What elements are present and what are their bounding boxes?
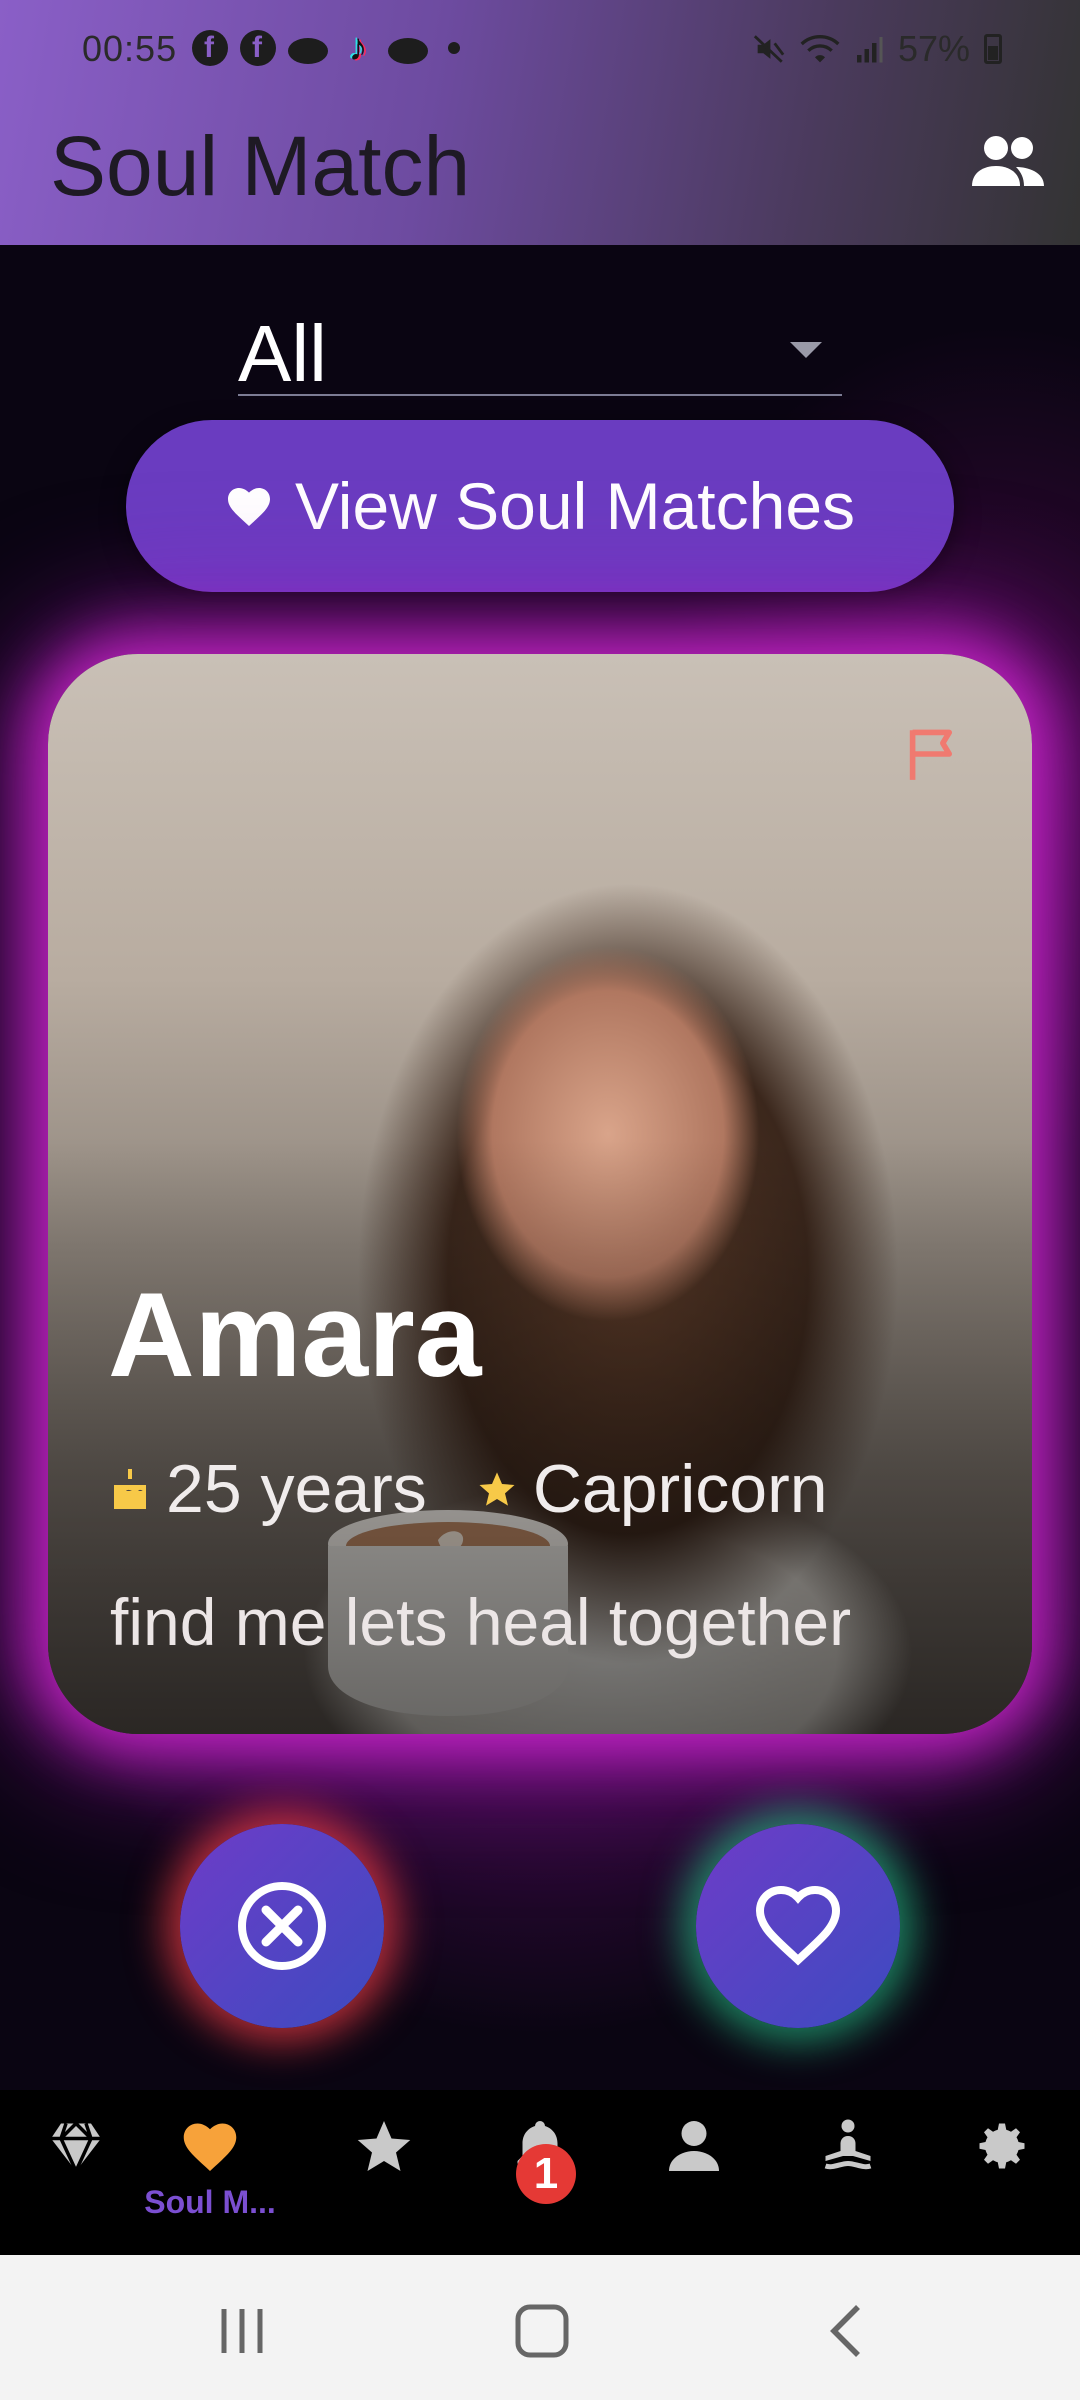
- battery-icon: [984, 34, 1002, 64]
- close-circle-icon: [238, 1882, 326, 1970]
- system-navigation-bar: [0, 2255, 1080, 2400]
- profile-bio: find me lets heal together: [110, 1585, 852, 1659]
- view-soul-matches-button[interactable]: View Soul Matches: [126, 420, 954, 592]
- dot-icon: [448, 42, 460, 54]
- status-time: 00:55: [82, 28, 178, 69]
- nav-item-favorites[interactable]: [324, 2116, 444, 2236]
- profile-age: 25 years: [166, 1451, 427, 1527]
- status-bar: 00:55 ♪ 57%: [0, 0, 1080, 100]
- nav-item-settings[interactable]: [942, 2116, 1062, 2236]
- filter-dropdown[interactable]: All: [238, 300, 842, 398]
- profile-meta: 25 years Capricorn: [110, 1450, 828, 1528]
- signal-icon: [856, 37, 883, 63]
- nav-item-premium[interactable]: [16, 2116, 136, 2236]
- cake-icon: [114, 1469, 146, 1509]
- dropdown-arrow-icon: [790, 342, 822, 358]
- app-title: Soul Match: [50, 119, 471, 213]
- gear-icon: [979, 2123, 1025, 2169]
- photo-shade: [48, 654, 1032, 1734]
- heart-icon: [227, 488, 270, 526]
- like-button[interactable]: [696, 1824, 900, 2028]
- profile-card[interactable]: Amara 25 years Capricorn find me lets he…: [48, 654, 1032, 1734]
- people-icon[interactable]: [972, 132, 1044, 188]
- diamond-icon: [51, 2121, 101, 2176]
- system-status-icons: 57%: [752, 28, 1002, 70]
- app-header: 00:55 ♪ 57% Soul Match: [0, 0, 1080, 245]
- dish-app-icon: [388, 38, 428, 64]
- reject-button[interactable]: [180, 1824, 384, 2028]
- bottom-navigation: Soul M... 1: [0, 2090, 1080, 2255]
- view-soul-matches-label: View Soul Matches: [294, 469, 856, 543]
- filter-selected-value: All: [238, 309, 327, 398]
- person-icon: [669, 2121, 719, 2171]
- meditation-icon: [824, 2119, 872, 2170]
- nav-item-profile[interactable]: [634, 2116, 754, 2236]
- nav-label-soul-match: Soul M...: [144, 2184, 276, 2220]
- facebook-icon: [240, 30, 276, 66]
- star-icon: [479, 1472, 515, 1506]
- dish-app-icon: [288, 38, 328, 64]
- home-icon[interactable]: [512, 2303, 572, 2359]
- heart-icon: [183, 2123, 237, 2171]
- profile-zodiac: Capricorn: [532, 1451, 828, 1527]
- wifi-icon: [800, 35, 840, 63]
- star-icon: [357, 2121, 411, 2171]
- profile-name: Amara: [108, 1268, 482, 1402]
- back-icon[interactable]: [818, 2303, 878, 2359]
- battery-percent: 57%: [897, 28, 970, 69]
- flag-icon[interactable]: [906, 726, 958, 782]
- mute-icon: [753, 35, 785, 63]
- nav-item-soul-match[interactable]: Soul M...: [144, 2116, 276, 2236]
- tiktok-icon: ♪: [348, 27, 368, 69]
- heart-outline-icon: [755, 1885, 841, 1966]
- recent-apps-icon[interactable]: [212, 2303, 272, 2359]
- facebook-icon: [192, 30, 228, 66]
- nav-item-meditation[interactable]: [788, 2116, 908, 2236]
- notification-icons: ♪: [192, 27, 460, 69]
- notification-badge: 1: [516, 2144, 576, 2204]
